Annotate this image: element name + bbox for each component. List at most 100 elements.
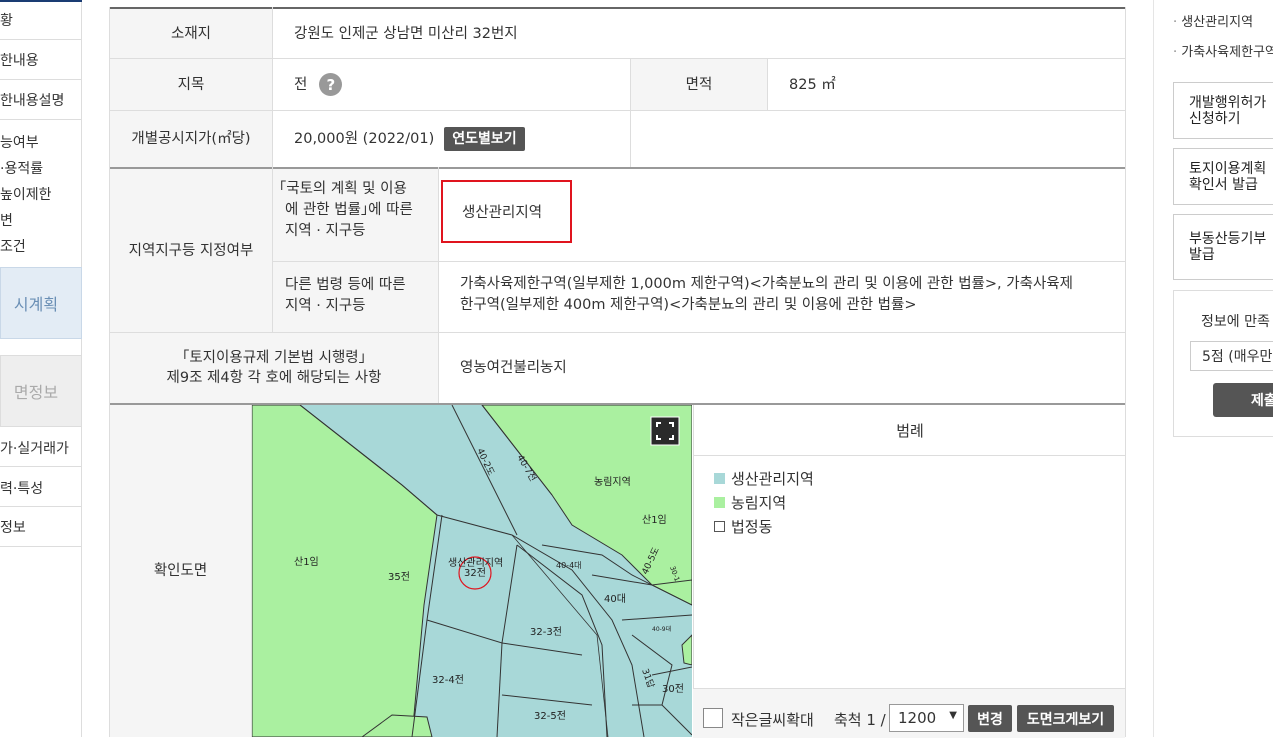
legend-label: 생산관리지역 xyxy=(731,470,814,488)
zoning-sub2-value-line: 한구역(일부제한 400m 제한구역)<가축분뇨의 관리 및 이용에 관한 법률… xyxy=(460,297,917,313)
map-label-p35: 35전 xyxy=(388,571,410,583)
right-bullet-2: · 가축사육제한구역 xyxy=(1173,41,1273,60)
registry-issue-button[interactable]: 부동산등기부 발급 xyxy=(1173,214,1273,280)
change-scale-button[interactable]: 변경 xyxy=(968,705,1012,732)
zoning-sub1-line: 지역 · 지구등 xyxy=(285,223,366,239)
scale-label: 축척 1 / xyxy=(834,711,886,729)
legend-swatch xyxy=(714,473,725,484)
left-nav-top-line xyxy=(0,0,82,2)
area-value: 825 ㎡ xyxy=(789,76,836,93)
small-text-checkbox[interactable] xyxy=(703,708,723,728)
zoning-sub2-line: 다른 법령 등에 따른 xyxy=(285,277,406,293)
left-nav-divider xyxy=(0,119,82,120)
enlarge-map-button[interactable]: 도면크게보기 xyxy=(1017,705,1114,732)
small-text-label: 작은글씨확대 xyxy=(731,711,814,729)
right-bullet-1: · 생산관리지역 xyxy=(1173,11,1253,30)
box-line: 확인서 발급 xyxy=(1189,176,1258,193)
map-label-forest-right: 산1임 xyxy=(642,513,667,526)
left-nav-item-9[interactable]: 가·실거래가 xyxy=(0,438,82,458)
regulation-label: ｢토지이용규제 기본법 시행령｣ 제9조 제4항 각 호에 해당되는 사항 xyxy=(110,333,438,403)
zoning-label: 지역지구등 지정여부 xyxy=(110,169,272,332)
left-nav-item-5[interactable]: ·용적률 xyxy=(0,158,82,178)
help-icon[interactable]: ? xyxy=(319,73,343,96)
scale-select[interactable]: 1200 ▼ xyxy=(889,704,964,732)
chevron-down-icon: ▼ xyxy=(949,710,957,721)
map-label-p32: 32전 xyxy=(464,567,486,579)
left-nav-item-2[interactable]: 한내용 xyxy=(0,50,82,70)
survey-submit-button[interactable]: 제출 xyxy=(1213,383,1273,417)
zoning-sub1-line: 에 관한 법률｣에 따른 xyxy=(285,202,413,218)
left-nav-item-10[interactable]: 력·특성 xyxy=(0,478,82,498)
left-nav-item-6[interactable]: 높이제한 xyxy=(0,184,82,204)
yearly-price-button[interactable]: 연도별보기 xyxy=(444,127,525,151)
left-nav-item-11[interactable]: 정보 xyxy=(0,517,82,537)
regulation-value: 영농여건불리농지 xyxy=(460,360,567,376)
map-label-p40-4: 40-4대 xyxy=(556,561,582,570)
map-label-p32-5: 32-5전 xyxy=(534,710,566,722)
satisfaction-survey: 정보에 만족 5점 (매우만족) 제출 xyxy=(1173,290,1273,437)
col-divider xyxy=(1125,7,1126,737)
cadastral-map[interactable]: 40-2도 40-7전 농림지역 산1임 산1임 35전 생산관리지역 32전 … xyxy=(252,405,692,737)
map-label-forest-top: 농림지역 xyxy=(594,476,631,488)
map-label-p30: 30전 xyxy=(662,683,684,695)
box-line: 개발행위허가 xyxy=(1189,94,1267,111)
land-use-certificate-button[interactable]: 토지이용계획 확인서 발급 xyxy=(1173,148,1273,205)
box-line: 신청하기 xyxy=(1189,110,1241,127)
location-value: 강원도 인제군 상남면 미산리 32번지 xyxy=(294,25,518,42)
legend-title: 범례 xyxy=(693,405,1126,456)
zoning-national-law-value-cell: 생산관리지역 xyxy=(439,169,1125,261)
map-label: 확인도면 xyxy=(110,405,251,737)
left-nav-item-3[interactable]: 한내용설명 xyxy=(0,90,82,110)
map-label-p40-9: 40-9대 xyxy=(652,625,671,633)
right-panel-border xyxy=(1153,0,1154,737)
left-nav-item-8[interactable]: 조건 xyxy=(0,236,82,256)
box-line: 부동산등기부 xyxy=(1189,231,1267,247)
development-permit-button[interactable]: 개발행위허가 신청하기 xyxy=(1173,82,1273,139)
left-navigation: 황 한내용 한내용설명 능여부 ·용적률 높이제한 변 조건 시계획 면정보 가… xyxy=(0,0,82,737)
zoning-other-law-value: 가축사육제한구역(일부제한 1,000m 제한구역)<가축분뇨의 관리 및 이용… xyxy=(439,262,1125,332)
regulation-label-line: 제9조 제4항 각 호에 해당되는 사항 xyxy=(166,370,382,386)
price-label: 개별공시지가(㎡당) xyxy=(110,111,272,167)
survey-select-value: 5점 (매우만족) xyxy=(1202,349,1273,365)
left-nav-active-label: 시계획 xyxy=(13,295,59,314)
regulation-label-line: ｢토지이용규제 기본법 시행령｣ xyxy=(182,350,366,366)
zoning-national-law-label: ｢국토의 계획 및 이용 에 관한 법률｣에 따른 지역 · 지구등 xyxy=(273,169,438,261)
left-nav-divider xyxy=(0,546,82,547)
map-label-p40: 40대 xyxy=(604,593,626,605)
zoning-national-law-value: 생산관리지역 xyxy=(462,205,543,221)
left-nav-active-item[interactable]: 시계획 xyxy=(0,267,82,339)
survey-question: 정보에 만족 xyxy=(1201,314,1270,330)
map-label-forest-left: 산1임 xyxy=(294,555,319,568)
map-label-p32-4: 32-4전 xyxy=(432,674,464,686)
zoning-highlight-box: 생산관리지역 xyxy=(441,180,572,243)
left-nav-item-7[interactable]: 변 xyxy=(0,210,82,230)
legend-item-forest: 농림지역 xyxy=(714,492,786,513)
legend-swatch xyxy=(714,497,725,508)
col-divider xyxy=(630,110,631,167)
jimok-label: 지목 xyxy=(110,59,272,110)
box-line: 발급 xyxy=(1189,247,1215,263)
left-nav-divider xyxy=(0,506,82,507)
survey-select[interactable]: 5점 (매우만족) xyxy=(1190,341,1273,371)
area-label: 면적 xyxy=(631,59,767,110)
left-nav-item-4[interactable]: 능여부 xyxy=(0,132,82,152)
legend-item-production: 생산관리지역 xyxy=(714,468,814,489)
left-nav-divider xyxy=(0,39,82,40)
jimok-value: 전 xyxy=(294,76,308,93)
jimok-cell: 전 ? xyxy=(273,59,630,110)
box-line: 토지이용계획 xyxy=(1189,160,1267,177)
right-panel: · 생산관리지역 · 가축사육제한구역 개발행위허가 신청하기 토지이용계획 확… xyxy=(1153,0,1273,737)
scale-select-value: 1200 xyxy=(898,709,937,727)
left-nav-divider xyxy=(0,79,82,80)
price-cell: 20,000원 (2022/01) 연도별보기 xyxy=(273,111,630,167)
zoning-sub1-line: ｢국토의 계획 및 이용 xyxy=(279,181,407,197)
left-nav-gray-item[interactable]: 면정보 xyxy=(0,355,82,427)
zoning-other-law-label: 다른 법령 등에 따른 지역 · 지구등 xyxy=(273,262,438,332)
zoning-sub2-line: 지역 · 지구등 xyxy=(285,298,366,314)
location-label: 소재지 xyxy=(110,9,272,58)
legend-swatch xyxy=(714,521,725,532)
left-nav-divider xyxy=(0,466,82,467)
legend-label: 법정동 xyxy=(731,518,773,536)
legend-label: 농림지역 xyxy=(731,494,787,512)
left-nav-item-1[interactable]: 황 xyxy=(0,10,82,30)
